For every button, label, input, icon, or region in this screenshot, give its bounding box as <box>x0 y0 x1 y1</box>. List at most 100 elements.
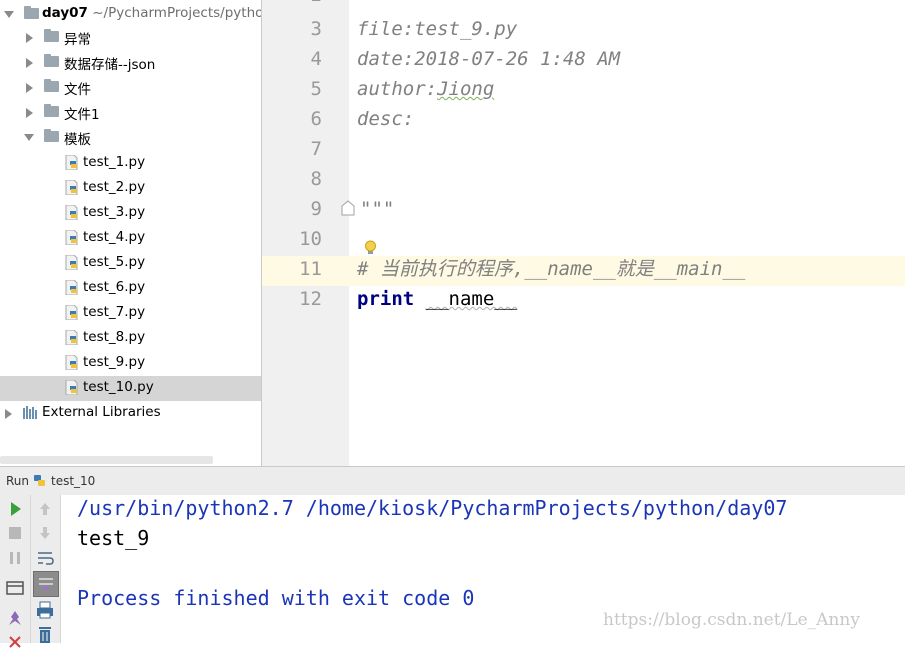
tree-file-test-7[interactable]: test_7.py <box>0 301 261 326</box>
line-number: 12 <box>299 288 322 310</box>
tree-file-label: test_3.py <box>83 204 146 220</box>
tree-file-test-5[interactable]: test_5.py <box>0 251 261 276</box>
tree-folder-label: 模板 <box>64 132 91 148</box>
tree-file-label: test_8.py <box>83 329 146 345</box>
chevron-right-icon[interactable] <box>26 108 33 118</box>
line-number: 5 <box>310 78 322 100</box>
run-config-name[interactable]: test_10 <box>51 474 95 488</box>
tree-folder-exceptions[interactable]: 异常 <box>0 25 261 50</box>
tree-file-label: test_9.py <box>83 354 146 370</box>
close-icon[interactable] <box>4 631 26 653</box>
tree-file-label: test_10.py <box>83 379 154 395</box>
line-number: 6 <box>310 108 322 130</box>
python-file-icon <box>65 280 78 295</box>
python-file-icon <box>65 255 78 270</box>
line-number: 8 <box>310 168 322 190</box>
chevron-down-icon[interactable] <box>4 11 14 18</box>
fold-marker-icon[interactable] <box>341 200 355 216</box>
run-toolbar-secondary <box>31 495 61 643</box>
tree-folder-data-storage-json[interactable]: 数据存储--json <box>0 50 261 75</box>
tree-folder-label: 数据存储--json <box>64 57 156 73</box>
tree-folder-files[interactable]: 文件 <box>0 75 261 100</box>
line-number: 3 <box>310 18 322 40</box>
tree-folder-template[interactable]: 模板 <box>0 125 261 150</box>
arrow-down-icon[interactable] <box>34 522 56 544</box>
python-file-icon <box>65 355 78 370</box>
python-file-icon <box>65 305 78 320</box>
chevron-down-icon[interactable] <box>24 134 34 141</box>
scroll-to-end-icon <box>39 578 53 590</box>
tree-file-test-1[interactable]: test_1.py <box>0 151 261 176</box>
stop-icon[interactable] <box>4 522 26 544</box>
root-folder-name: day07 <box>42 5 88 21</box>
folder-icon <box>44 104 59 117</box>
code-line-doc-desc: desc: <box>357 108 415 130</box>
line-number: 10 <box>299 228 322 250</box>
code-line-print: print __name__ <box>357 284 517 314</box>
folder-icon <box>24 6 39 19</box>
code-line-doc-file: file:test_9.py <box>357 18 518 40</box>
trash-icon[interactable] <box>34 623 56 645</box>
watermark-text: https://blog.csdn.net/Le_Anny <box>603 610 860 630</box>
tree-file-test-8[interactable]: test_8.py <box>0 326 261 351</box>
print-argument: __name__ <box>425 288 518 310</box>
pin-icon[interactable] <box>4 608 26 630</box>
arrow-up-icon[interactable] <box>34 498 56 520</box>
console-finished-line: Process finished with exit code 0 <box>77 586 475 610</box>
folder-icon <box>44 54 59 67</box>
code-line-doc-close: """ <box>360 198 395 220</box>
restore-layout-icon[interactable] <box>4 577 26 599</box>
library-icon <box>23 406 37 419</box>
python-file-icon <box>65 230 78 245</box>
run-toolbar-primary <box>0 495 31 648</box>
folder-icon <box>44 29 59 42</box>
python-file-icon <box>65 330 78 345</box>
tree-root-day07[interactable]: day07 ~/PycharmProjects/pytho <box>0 2 261 27</box>
python-file-icon <box>65 180 78 195</box>
folder-icon <box>44 79 59 92</box>
console-command-line: /usr/bin/python2.7 /home/kiosk/PycharmPr… <box>77 496 788 520</box>
chevron-right-icon[interactable] <box>26 58 33 68</box>
tree-file-test-6[interactable]: test_6.py <box>0 276 261 301</box>
python-file-icon <box>65 380 78 395</box>
tree-folder-label: 文件1 <box>64 107 100 123</box>
code-line-comment: # 当前执行的程序,__name__就是__main__ <box>357 258 746 280</box>
line-number: 7 <box>310 138 322 160</box>
scroll-to-end-toggle[interactable] <box>33 571 59 597</box>
soft-wrap-icon[interactable] <box>34 547 56 569</box>
chevron-right-icon[interactable] <box>26 33 33 43</box>
code-line-doc-author: author:Jiong <box>357 74 494 104</box>
tree-file-label: test_6.py <box>83 279 146 295</box>
line-number: 9 <box>310 198 322 220</box>
tree-file-test-4[interactable]: test_4.py <box>0 226 261 251</box>
chevron-right-icon[interactable] <box>26 83 33 93</box>
tree-file-label: test_1.py <box>83 154 146 170</box>
rerun-icon[interactable] <box>4 498 26 520</box>
run-label: Run <box>6 474 30 488</box>
chevron-right-icon[interactable] <box>5 409 12 419</box>
tree-file-label: test_5.py <box>83 254 146 270</box>
doc-author-key: author: <box>357 78 438 100</box>
tree-horizontal-scrollbar[interactable] <box>0 456 213 464</box>
root-folder-path: ~/PycharmProjects/pytho <box>92 5 262 21</box>
tree-file-label: test_4.py <box>83 229 146 245</box>
line-number-partial: 2 <box>262 0 322 10</box>
tree-folder-files1[interactable]: 文件1 <box>0 100 261 125</box>
print-icon[interactable] <box>34 599 56 621</box>
tree-file-label: test_2.py <box>83 179 146 195</box>
project-tree: day07 ~/PycharmProjects/pytho 异常 数据存储--j… <box>0 0 262 466</box>
run-tool-window-header: Run test_10 <box>0 466 905 496</box>
python-file-icon <box>65 205 78 220</box>
pause-icon[interactable] <box>4 547 26 569</box>
tree-file-test-2[interactable]: test_2.py <box>0 176 261 201</box>
tree-file-test-9[interactable]: test_9.py <box>0 351 261 376</box>
python-run-config-icon <box>34 475 45 486</box>
tree-file-test-10[interactable]: test_10.py <box>0 376 261 401</box>
tree-file-label: test_7.py <box>83 304 146 320</box>
code-line-doc-date: date:2018-07-26 1:48 AM <box>357 48 621 70</box>
line-number: 4 <box>310 48 322 70</box>
console-output-line: test_9 <box>77 526 150 550</box>
tree-folder-label: 异常 <box>64 32 91 48</box>
tree-external-libraries[interactable]: External Libraries <box>0 401 261 426</box>
tree-file-test-3[interactable]: test_3.py <box>0 201 261 226</box>
